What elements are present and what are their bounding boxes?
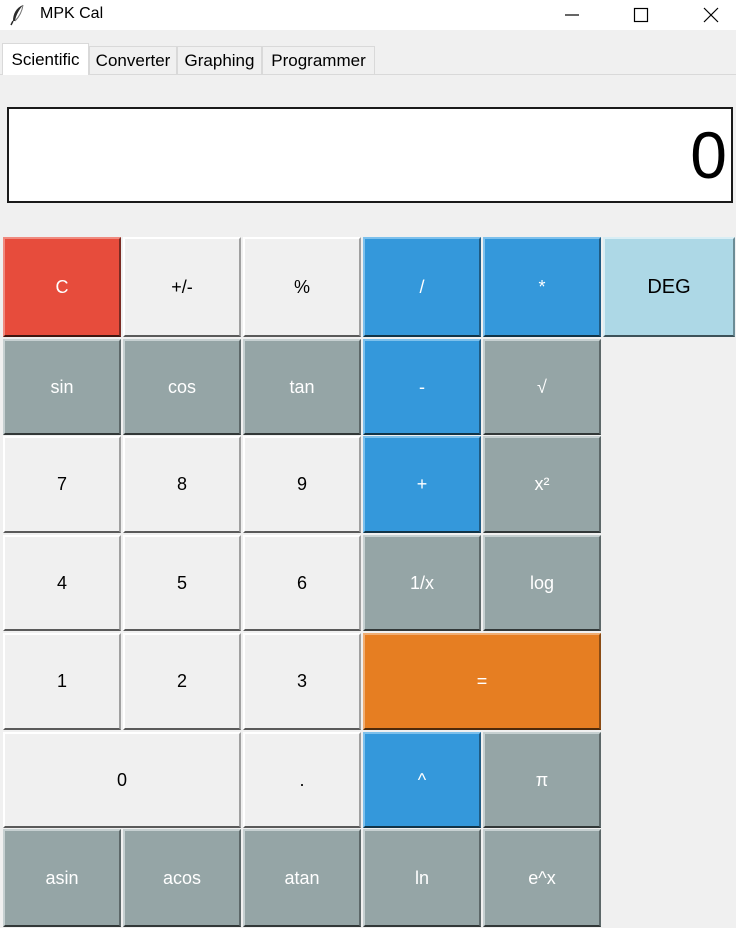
digit-3-button[interactable]: 3 xyxy=(243,633,361,730)
log-button[interactable]: log xyxy=(483,535,601,631)
calculator-window: MPK Cal Scientific Converter Graphing Pr… xyxy=(0,0,736,928)
power-button[interactable]: ^ xyxy=(363,732,481,828)
decimal-button[interactable]: . xyxy=(243,732,361,828)
result-display: 0 xyxy=(7,107,733,203)
digit-9-button[interactable]: 9 xyxy=(243,436,361,533)
add-button[interactable]: + xyxy=(363,436,481,533)
digit-5-button[interactable]: 5 xyxy=(123,535,241,631)
subtract-button[interactable]: - xyxy=(363,339,481,435)
clear-button[interactable]: C xyxy=(3,237,121,337)
tab-bar: Scientific Converter Graphing Programmer xyxy=(0,38,736,76)
digit-0-button[interactable]: 0 xyxy=(3,732,241,828)
angle-mode-button[interactable]: DEG xyxy=(603,237,735,337)
ln-button[interactable]: ln xyxy=(363,829,481,927)
equals-button[interactable]: = xyxy=(363,633,601,730)
divide-button[interactable]: / xyxy=(363,237,481,337)
maximize-button[interactable] xyxy=(618,0,664,30)
window-title: MPK Cal xyxy=(40,5,104,22)
minimize-icon xyxy=(564,7,580,23)
multiply-button[interactable]: * xyxy=(483,237,601,337)
percent-button[interactable]: % xyxy=(243,237,361,337)
feather-icon xyxy=(10,4,26,26)
sin-button[interactable]: sin xyxy=(3,339,121,435)
digit-8-button[interactable]: 8 xyxy=(123,436,241,533)
digit-7-button[interactable]: 7 xyxy=(3,436,121,533)
negate-button[interactable]: +/- xyxy=(123,237,241,337)
tab-graphing[interactable]: Graphing xyxy=(177,46,262,74)
exp-button[interactable]: e^x xyxy=(483,829,601,927)
digit-4-button[interactable]: 4 xyxy=(3,535,121,631)
maximize-icon xyxy=(633,7,649,23)
cos-button[interactable]: cos xyxy=(123,339,241,435)
tab-divider xyxy=(0,74,736,75)
sqrt-button[interactable]: √ xyxy=(483,339,601,435)
close-button[interactable] xyxy=(688,0,734,30)
reciprocal-button[interactable]: 1/x xyxy=(363,535,481,631)
tab-programmer[interactable]: Programmer xyxy=(262,46,375,74)
asin-button[interactable]: asin xyxy=(3,829,121,927)
atan-button[interactable]: atan xyxy=(243,829,361,927)
digit-6-button[interactable]: 6 xyxy=(243,535,361,631)
tan-button[interactable]: tan xyxy=(243,339,361,435)
square-button[interactable]: x² xyxy=(483,436,601,533)
pi-button[interactable]: π xyxy=(483,732,601,828)
acos-button[interactable]: acos xyxy=(123,829,241,927)
minimize-button[interactable] xyxy=(549,0,595,30)
title-bar: MPK Cal xyxy=(0,0,736,30)
close-icon xyxy=(703,7,719,23)
tab-converter[interactable]: Converter xyxy=(89,46,177,74)
digit-1-button[interactable]: 1 xyxy=(3,633,121,730)
tab-scientific[interactable]: Scientific xyxy=(2,43,89,75)
digit-2-button[interactable]: 2 xyxy=(123,633,241,730)
